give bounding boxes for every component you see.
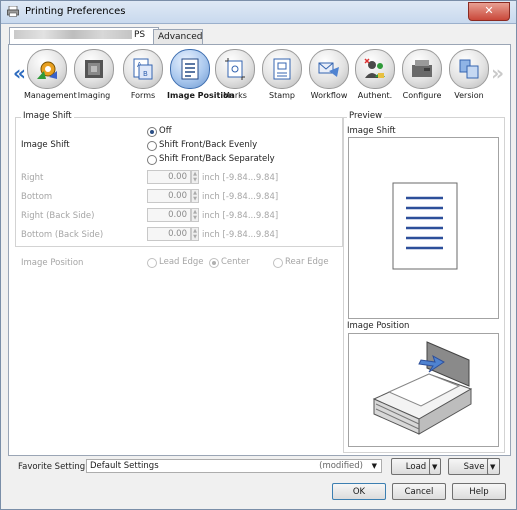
chevron-down-icon: ▼ [371, 462, 377, 470]
right-spinner[interactable]: ▲ ▼ [191, 170, 199, 184]
favorite-setting-label: Favorite Setting [18, 462, 86, 472]
bottom-back-spinner[interactable]: ▲ ▼ [191, 227, 199, 241]
printer-icon [7, 6, 19, 17]
image-position-icon [181, 58, 199, 80]
radio-shift-evenly[interactable] [147, 141, 157, 151]
radio-shift-off-label: Off [159, 126, 172, 136]
help-button[interactable]: Help [452, 483, 506, 500]
tool-label: Stamp [269, 91, 295, 100]
scroll-right-button[interactable]: » [491, 61, 504, 85]
tool-label: Version [454, 91, 484, 100]
bottom-input[interactable]: 0.00 [147, 189, 191, 203]
chevron-down-icon: ▼ [432, 463, 438, 471]
svg-text:B: B [143, 70, 148, 78]
radio-center[interactable] [209, 258, 219, 268]
tool-version[interactable]: Version [446, 49, 492, 103]
printing-preferences-window: Printing Preferences ✕ PS Advanced « Man… [0, 0, 517, 510]
bottom-label: Bottom [21, 192, 53, 202]
marks-icon [225, 58, 245, 80]
radio-lead-edge-label: Lead Edge [159, 257, 204, 267]
tool-label: Workflow [310, 91, 348, 100]
function-toolbar: « Management Imaging B Forms Image Posit… [9, 45, 510, 105]
ok-button[interactable]: OK [332, 483, 386, 500]
tab-content: « Management Imaging B Forms Image Posit… [8, 44, 511, 456]
tool-label: Marks [223, 91, 247, 100]
document-page-icon [392, 182, 458, 270]
forms-icon: A B [133, 58, 153, 80]
tool-label: Imaging [77, 91, 111, 100]
favorite-setting-bar: Favorite Setting Default Settings (modif… [8, 458, 509, 476]
radio-shift-separately[interactable] [147, 155, 157, 165]
cancel-button[interactable]: Cancel [392, 483, 446, 500]
authentication-icon [364, 58, 385, 78]
tab-advanced[interactable]: Advanced [153, 29, 203, 45]
right-input[interactable]: 0.00 [147, 170, 191, 184]
tool-workflow[interactable]: Workflow [306, 49, 352, 103]
bottom-back-label: Bottom (Back Side) [21, 230, 104, 240]
right-back-spinner[interactable]: ▲ ▼ [191, 208, 199, 222]
tool-label: Forms [130, 91, 156, 100]
radio-rear-edge[interactable] [273, 258, 283, 268]
tab-label: PS [134, 30, 146, 40]
tool-stamp[interactable]: Stamp [259, 49, 305, 103]
close-button[interactable]: ✕ [468, 2, 510, 21]
title-bar: Printing Preferences ✕ [1, 1, 516, 24]
redacted-printer-name [14, 30, 132, 39]
save-button-label: Save [463, 462, 485, 472]
tool-label: Authent. [357, 91, 393, 100]
management-icon [37, 61, 57, 79]
version-icon [459, 59, 479, 79]
tool-label: Configure [402, 91, 442, 100]
right-back-label: Right (Back Side) [21, 211, 95, 221]
radio-shift-separately-label: Shift Front/Back Separately [159, 154, 275, 164]
preview-group-label: Preview [347, 111, 385, 121]
right-label: Right [21, 173, 44, 183]
image-position-preview [348, 333, 499, 447]
image-shift-group-label: Image Shift [21, 111, 74, 121]
image-position-label: Image Position [21, 258, 84, 268]
radio-center-label: Center [221, 257, 250, 267]
radio-lead-edge[interactable] [147, 258, 157, 268]
tool-forms[interactable]: A B Forms [120, 49, 166, 103]
load-button-label: Load [405, 462, 427, 472]
radio-shift-off[interactable] [147, 127, 157, 137]
save-dropdown-button[interactable]: ▼ [487, 458, 500, 475]
window-title: Printing Preferences [25, 6, 126, 17]
load-dropdown-button[interactable]: ▼ [429, 458, 441, 475]
tool-configure[interactable]: Configure [399, 49, 445, 103]
tool-authentication[interactable]: Authent. [352, 49, 398, 103]
tool-image-position[interactable]: Image Position [167, 49, 235, 103]
bottom-unit: inch [-9.84...9.84] [202, 192, 279, 202]
radio-shift-evenly-label: Shift Front/Back Evenly [159, 140, 258, 150]
right-back-input[interactable]: 0.00 [147, 208, 191, 222]
tool-label: Management [24, 91, 77, 100]
favorite-setting-select[interactable]: Default Settings (modified) ▼ [86, 459, 382, 473]
radio-rear-edge-label: Rear Edge [285, 257, 329, 267]
preview-position-label: Image Position [347, 321, 410, 331]
right-back-unit: inch [-9.84...9.84] [202, 211, 279, 221]
workflow-icon [318, 62, 339, 77]
configure-icon [412, 60, 432, 77]
tool-label: Image Position [167, 91, 235, 100]
paper-stack-icon [372, 341, 473, 435]
stamp-icon [273, 58, 291, 80]
image-shift-preview [348, 137, 499, 319]
bottom-spinner[interactable]: ▲ ▼ [191, 189, 199, 203]
tab-printer-ps[interactable]: PS [9, 27, 159, 45]
tool-imaging[interactable]: Imaging [71, 49, 117, 103]
chevron-down-icon: ▼ [490, 463, 496, 471]
imaging-icon [85, 60, 103, 78]
bottom-back-unit: inch [-9.84...9.84] [202, 230, 279, 240]
right-unit: inch [-9.84...9.84] [202, 173, 279, 183]
tool-management[interactable]: Management [24, 49, 77, 103]
bottom-back-input[interactable]: 0.00 [147, 227, 191, 241]
tool-marks[interactable]: Marks [212, 49, 258, 103]
favorite-setting-value: Default Settings [90, 461, 159, 471]
preview-shift-label: Image Shift [347, 126, 396, 136]
image-shift-label: Image Shift [21, 140, 70, 150]
modified-status: (modified) [319, 461, 363, 471]
